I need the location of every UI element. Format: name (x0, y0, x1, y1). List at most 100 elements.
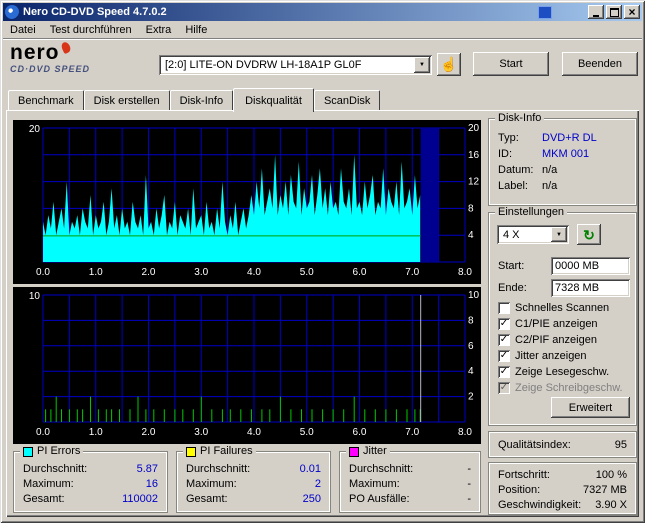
hand-icon: ☝ (440, 56, 458, 72)
svg-text:3.0: 3.0 (194, 427, 208, 438)
disk-info-label: ID: (498, 148, 513, 160)
checkbox-box (498, 302, 510, 314)
checkbox-label: Schnelles Scannen (515, 302, 610, 314)
hand-tool-button[interactable]: ☝ (437, 53, 461, 76)
menu-test-durchfuehren[interactable]: Test durchführen (43, 22, 139, 38)
svg-text:5.0: 5.0 (300, 267, 314, 278)
svg-text:16: 16 (468, 150, 480, 161)
stat-label: Gesamt: (186, 493, 228, 505)
checkbox-label: Zeige Schreibgeschw. (515, 382, 623, 394)
stat-label: Durchschnitt: (349, 463, 414, 475)
start-button[interactable]: Start (473, 52, 549, 76)
disk-info-value: MKM 001 (542, 148, 590, 160)
checkbox-box: ✓ (498, 350, 510, 362)
checkbox-label: C2/PIF anzeigen (515, 334, 597, 346)
checkbox-zeige-lesegeschw[interactable]: ✓ Zeige Lesegeschw. (498, 365, 609, 379)
tab-diskqualitaet[interactable]: Diskqualität (233, 88, 314, 112)
checkbox-jitter-anzeigen[interactable]: ✓ Jitter anzeigen (498, 349, 587, 363)
svg-text:20: 20 (468, 123, 480, 134)
svg-text:4: 4 (468, 366, 474, 377)
svg-text:4.0: 4.0 (247, 427, 261, 438)
progress-value: 100 % (595, 469, 627, 481)
svg-text:4: 4 (468, 230, 474, 241)
jitter-panel-title-text: Jitter (363, 445, 387, 457)
tab-disk-info[interactable]: Disk-Info (169, 90, 234, 110)
quality-index-label: Qualitätsindex: (498, 439, 571, 451)
checkbox-zeige-schreibgeschw[interactable]: ✓ Zeige Schreibgeschw. (498, 381, 623, 395)
disk-info-value: n/a (542, 180, 558, 192)
close-button[interactable]: × (624, 5, 640, 19)
disk-info-panel-title: Disk-Info (495, 112, 545, 125)
checkbox-box: ✓ (498, 334, 510, 346)
flame-icon (59, 40, 72, 55)
svg-text:7.0: 7.0 (405, 267, 419, 278)
pi-failures-legend-swatch (186, 446, 196, 457)
nero-logo: nero CD·DVD SPEED (10, 40, 155, 74)
menu-hilfe[interactable]: Hilfe (178, 22, 214, 38)
tab-scandisk[interactable]: ScanDisk (313, 90, 381, 110)
menu-datei[interactable]: Datei (3, 22, 43, 38)
pi-failures-panel-title-text: PI Failures (200, 445, 253, 457)
logo-product-text: CD·DVD SPEED (10, 64, 91, 74)
title-bar[interactable]: Nero CD-DVD Speed 4.7.0.2 × (3, 3, 642, 21)
svg-text:10: 10 (29, 291, 41, 302)
quality-index-panel: Qualitätsindex: 95 (488, 431, 637, 458)
speed-label: Geschwindigkeit: (498, 499, 582, 511)
stat-value: 5.87 (136, 463, 158, 475)
svg-text:8.0: 8.0 (458, 267, 472, 278)
maximize-button[interactable] (606, 5, 622, 19)
pi-failures-panel: PI Failures Durchschnitt: 0.01 Maximum: 2 … (176, 445, 331, 513)
stat-label: Maximum: (186, 478, 237, 490)
checkbox-schnelles-scannen[interactable]: Schnelles Scannen (498, 301, 609, 315)
tab-disk-erstellen[interactable]: Disk erstellen (83, 90, 170, 110)
progress-label: Fortschritt: (498, 469, 550, 481)
checkbox-label: C1/PIE anzeigen (515, 318, 598, 330)
svg-text:7.0: 7.0 (405, 427, 419, 438)
ende-mb-input[interactable] (551, 279, 630, 297)
jitter-panel-title: Jitter (346, 445, 390, 458)
quality-index-value: 95 (614, 439, 627, 451)
jitter-legend-swatch (349, 446, 359, 457)
checkbox-c2-pif-anzeigen[interactable]: ✓ C2/PIF anzeigen (498, 333, 597, 347)
app-icon (5, 5, 19, 19)
stat-value: 2 (314, 478, 321, 490)
speed-value: 3.90 X (595, 499, 627, 511)
speed-select[interactable]: 4 X ▼ (497, 225, 569, 244)
tab-benchmark[interactable]: Benchmark (8, 90, 84, 110)
disk-info-label: Typ: (498, 132, 519, 144)
stat-label: Durchschnitt: (186, 463, 251, 475)
speed-select-arrow-button[interactable]: ▼ (551, 227, 567, 242)
stat-label: Maximum: (23, 478, 74, 490)
svg-text:20: 20 (29, 124, 41, 135)
tab-strip: Benchmark Disk erstellen Disk-Info Diskq… (8, 88, 381, 112)
drive-select[interactable]: [2:0] LITE-ON DVDRW LH-18A1P GL0F ▼ (159, 55, 432, 75)
start-mb-input[interactable] (551, 257, 630, 275)
svg-text:0.0: 0.0 (36, 267, 50, 278)
svg-text:1.0: 1.0 (89, 267, 103, 278)
svg-text:6: 6 (468, 341, 474, 352)
stat-label: Gesamt: (23, 493, 65, 505)
app-window: Nero CD-DVD Speed 4.7.0.2 × Datei Test d… (0, 0, 645, 523)
minimize-button[interactable] (588, 5, 604, 19)
svg-text:2: 2 (468, 392, 474, 403)
position-label: Position: (498, 484, 541, 496)
checkbox-label: Zeige Lesegeschw. (515, 366, 610, 378)
menu-extra[interactable]: Extra (139, 22, 179, 38)
disk-info-value: n/a (542, 164, 558, 176)
close-icon: × (628, 5, 636, 19)
titlebar-extra-icon[interactable] (538, 5, 552, 19)
checkbox-label: Jitter anzeigen (515, 350, 587, 362)
quit-button[interactable]: Beenden (562, 52, 638, 76)
checkbox-c1-pie-anzeigen[interactable]: ✓ C1/PIE anzeigen (498, 317, 598, 331)
stat-label: PO Ausfälle: (349, 493, 410, 505)
disk-info-label: Datum: (498, 164, 534, 176)
svg-text:2.0: 2.0 (142, 427, 156, 438)
pi-failures-panel-title: PI Failures (183, 445, 256, 458)
checkbox-box: ✓ (498, 382, 510, 394)
svg-text:8: 8 (468, 315, 474, 326)
chevron-down-icon: ▼ (419, 62, 425, 68)
drive-select-arrow-button[interactable]: ▼ (414, 57, 430, 73)
checkbox-box: ✓ (498, 366, 510, 378)
refresh-speed-button[interactable]: ↻ (577, 224, 601, 245)
advanced-button[interactable]: Erweitert (551, 397, 630, 418)
